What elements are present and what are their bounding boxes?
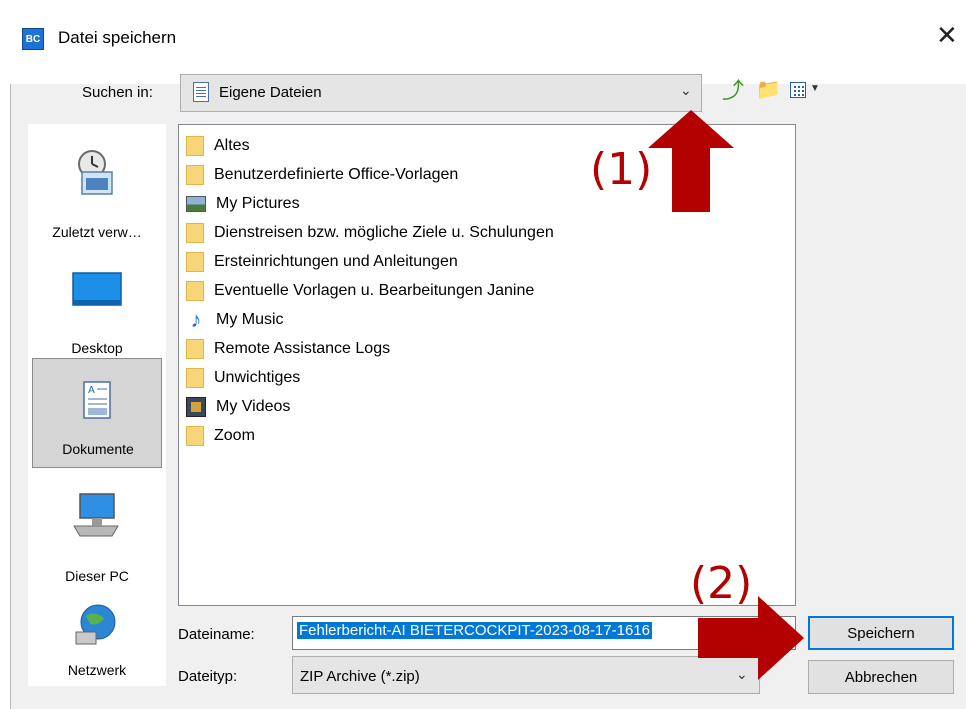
file-name: My Videos <box>216 397 291 415</box>
filetype-value: ZIP Archive (*.zip) <box>300 668 420 685</box>
list-item[interactable]: Remote Assistance Logs <box>186 335 390 362</box>
places-bar: Zuletzt verw… Desktop A Dokumente Dieser… <box>28 124 166 686</box>
new-folder-icon[interactable]: 📁 <box>756 80 781 100</box>
file-name: Benutzerdefinierte Office-Vorlagen <box>214 165 459 183</box>
list-item[interactable]: Eventuelle Vorlagen u. Bearbeitungen Jan… <box>186 277 534 304</box>
place-desktop[interactable]: Desktop <box>28 258 166 368</box>
file-name: Altes <box>214 136 250 154</box>
file-name: My Music <box>216 310 284 328</box>
desktop-icon <box>72 272 122 306</box>
up-one-level-icon[interactable]: ⤴ <box>722 80 744 102</box>
place-label: Desktop <box>71 340 123 356</box>
list-item[interactable]: My Pictures <box>186 190 300 217</box>
file-name: My Pictures <box>216 194 300 212</box>
file-name: Ersteinrichtungen und Anleitungen <box>214 252 458 270</box>
folder-icon <box>186 135 204 156</box>
annotation-arrow-up <box>648 110 734 212</box>
filetype-label: Dateityp: <box>178 668 238 685</box>
save-button[interactable]: Speichern <box>808 616 954 650</box>
place-recent[interactable]: Zuletzt verw… <box>28 142 166 252</box>
folder-icon <box>186 280 204 301</box>
folder-icon <box>186 251 204 272</box>
place-network[interactable]: Netzwerk <box>28 596 166 706</box>
lookin-value: Eigene Dateien <box>219 84 322 101</box>
list-item[interactable]: Unwichtiges <box>186 364 300 391</box>
pictures-icon <box>186 195 206 212</box>
music-note-icon: ♪ <box>190 306 202 332</box>
folder-icon <box>186 164 204 185</box>
file-name: Eventuelle Vorlagen u. Bearbeitungen Jan… <box>214 281 535 299</box>
place-label: Netzwerk <box>67 662 127 678</box>
annotation-label-1: (1) <box>590 144 653 195</box>
documents-folder-icon <box>193 82 209 102</box>
chevron-down-icon[interactable]: ⌄ <box>680 82 692 99</box>
svg-text:A: A <box>88 385 95 396</box>
list-item[interactable]: Dienstreisen bzw. mögliche Ziele u. Schu… <box>186 219 554 246</box>
place-label: Zuletzt verw… <box>52 224 142 240</box>
lookin-label: Suchen in: <box>82 84 153 101</box>
place-label: Dokumente <box>62 441 134 457</box>
list-item[interactable]: Benutzerdefinierte Office-Vorlagen <box>186 161 458 188</box>
folder-icon <box>186 338 204 359</box>
file-name: Remote Assistance Logs <box>214 339 391 357</box>
file-name: Unwichtiges <box>214 368 301 386</box>
filename-label: Dateiname: <box>178 626 255 643</box>
annotation-arrow-right <box>698 596 804 680</box>
computer-icon <box>73 493 119 537</box>
documents-icon: A <box>83 381 111 419</box>
folder-icon <box>186 222 204 243</box>
list-item[interactable]: Zoom <box>186 422 255 449</box>
app-icon: BC <box>22 28 44 50</box>
close-icon[interactable]: ✕ <box>936 22 958 48</box>
place-documents[interactable]: A Dokumente <box>32 358 162 468</box>
video-icon <box>186 396 206 417</box>
network-icon <box>75 604 116 645</box>
view-menu-icon[interactable]: ▼ <box>790 80 826 104</box>
list-item[interactable]: Altes <box>186 132 250 159</box>
filename-value: Fehlerbericht-AI BIETERCOCKPIT-2023-08-1… <box>297 622 652 639</box>
dialog-title: Datei speichern <box>58 28 177 47</box>
file-name: Zoom <box>214 426 255 444</box>
app-icon-text: BC <box>25 33 41 45</box>
cancel-button[interactable]: Abbrechen <box>808 660 954 694</box>
list-item[interactable]: ♪ My Music <box>186 306 284 333</box>
recent-icon <box>78 150 113 195</box>
file-name: Dienstreisen bzw. mögliche Ziele u. Schu… <box>214 223 554 241</box>
folder-icon <box>186 367 204 388</box>
list-item[interactable]: Ersteinrichtungen und Anleitungen <box>186 248 458 275</box>
folder-icon <box>186 425 204 446</box>
place-label: Dieser PC <box>65 568 129 584</box>
list-item[interactable]: My Videos <box>186 393 290 420</box>
place-computer[interactable]: Dieser PC <box>28 486 166 596</box>
